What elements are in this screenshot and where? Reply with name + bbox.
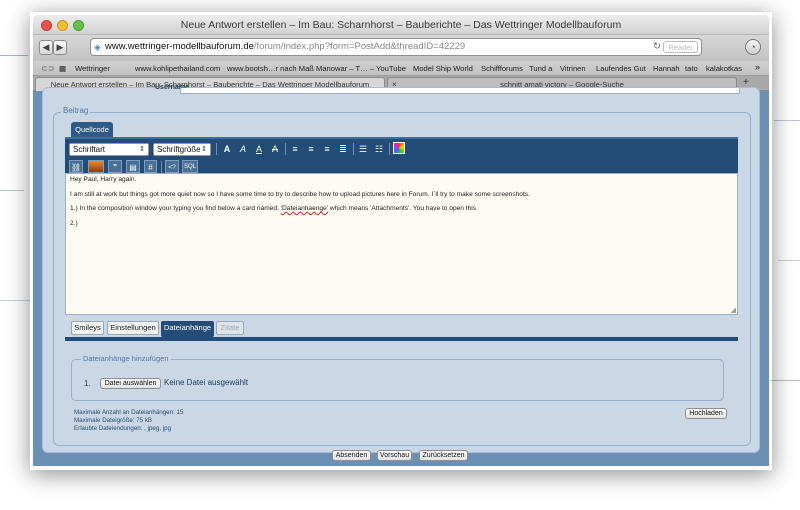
color-picker-icon[interactable] [393,142,405,154]
attachments-legend: Dateianhänge hinzufügen [81,354,171,363]
align-right-icon[interactable]: ≡ [321,143,333,156]
bookmark-item[interactable]: Schiffforums [481,64,523,73]
quote-icon[interactable]: ” [108,160,122,173]
screen-artifact [0,55,28,56]
underline-icon[interactable]: A [253,143,265,156]
message-line: 2.) [70,219,78,227]
beitrag-legend: Beitrag [61,106,91,115]
justify-icon[interactable]: ≣ [337,143,349,156]
message-line: I am still at work but things got more q… [70,190,530,198]
more-bookmarks-icon[interactable]: » [755,62,760,72]
address-bar[interactable]: ◈ www.wettringer-modellbauforum.de/forum… [90,38,702,56]
sql-icon[interactable]: SQL [182,160,198,173]
code-icon[interactable]: <? [165,160,179,173]
upload-button[interactable]: Hochladen [685,408,727,419]
numbered-list-icon[interactable]: ☷ [373,143,385,156]
screen-artifact [770,380,800,381]
screen-artifact [774,120,800,121]
message-line: Hey Paul, Harry again. [70,176,137,183]
top-sites-icon[interactable]: ▦ [59,64,66,73]
choose-file-button[interactable]: Datei auswählen [100,378,161,389]
post-form-panel: Username Beitrag Quellcode Schriftart ⇕ S… [42,84,760,453]
font-size-select[interactable]: Schriftgröße ⇕ [153,143,211,156]
screen-artifact [0,300,30,301]
toolbar-separator [161,161,162,173]
italic-icon[interactable]: A [237,143,249,156]
bookmark-item[interactable]: www.bootsh…r nach Maß [227,64,314,73]
attachments-panel: Dateianhänge hinzufügen 1. Datei auswähl… [65,341,738,432]
bookmark-item[interactable]: Wettringer [75,64,110,73]
no-file-selected-text: Keine Datei ausgewählt [164,378,249,387]
attachment-row-number: 1. [84,379,91,388]
back-icon[interactable]: ◀ [39,40,53,55]
page-content: Username Beitrag Quellcode Schriftart ⇕ S… [33,84,769,466]
bookmark-item[interactable]: Vitrinen [560,64,586,73]
bookmark-item[interactable]: tato [685,64,698,73]
resize-handle-icon[interactable]: ◢ [731,306,736,314]
bullet-list-icon[interactable]: ☰ [357,143,369,156]
allowed-extensions-info: Erlaubte Dateiendungen: , jpeg, jpg [74,425,172,432]
toolbar-separator [389,143,390,155]
reading-list-icon[interactable]: ⊂⊃ [41,64,54,73]
max-attachments-info: Maximale Anzahl an Dateianhängen: 15 [74,409,184,416]
bookmark-item[interactable]: Hannah [653,64,680,73]
bookmarks-bar: ⊂⊃ ▦ Wettringer www.kohlipethailand.com … [33,61,769,76]
image-icon[interactable] [88,160,104,173]
username-input[interactable] [180,88,740,94]
window-title: Neue Antwort erstellen – Im Bau: Scharnh… [180,19,622,31]
site-favicon-icon: ◈ [94,42,101,52]
browser-window: Neue Antwort erstellen – Im Bau: Scharnh… [33,15,769,466]
tab-zitate[interactable]: Zitate [216,321,244,335]
message-textarea[interactable]: Hey Paul, Harry again. I am still at wor… [65,173,738,315]
submit-button[interactable]: Absenden [332,450,371,461]
reset-button[interactable]: Zurücksetzen [419,450,468,461]
message-line: 1.) In the composition window your typin… [70,205,478,212]
toolbar-separator [285,143,286,155]
font-family-select[interactable]: Schriftart ⇕ [69,143,149,156]
minimize-window-button[interactable] [57,20,68,31]
bookmark-item[interactable]: Model Ship World [413,64,473,73]
forward-icon[interactable]: ▶ [53,40,67,55]
tab-dateianhaenge[interactable]: Dateianhänge [161,321,214,337]
toolbar-separator [353,143,354,155]
max-filesize-info: Maximale Dateigröße: 75 kB [74,417,153,424]
tab-smileys[interactable]: Smileys [71,321,104,335]
url-path: /forum/index.php?form=PostAdd&threadID=4… [253,41,466,52]
bookmark-item[interactable]: Tund a [529,64,552,73]
source-code-tab[interactable]: Quellcode [71,122,113,137]
link-icon[interactable]: ⛓ [69,160,83,173]
tab-einstellungen[interactable]: Einstellungen [107,321,159,335]
title-bar: Neue Antwort erstellen – Im Bau: Scharnh… [33,15,769,35]
bookmark-item[interactable]: Manowar – T… – YouTube [316,64,406,73]
spoiler-icon[interactable]: ▤ [126,160,140,173]
screen-artifact [0,190,24,191]
url-domain: www.wettringer-modellbauforum.de [105,41,254,52]
bookmark-item[interactable]: kalakotkas [706,64,742,73]
close-window-button[interactable] [41,20,52,31]
zoom-window-button[interactable] [73,20,84,31]
bookmark-item[interactable]: Laufendes Gut [596,64,646,73]
bookmark-item[interactable]: www.kohlipethailand.com [135,64,220,73]
toolbar-separator [216,143,217,155]
reader-button[interactable]: Reader [663,41,698,53]
reload-icon[interactable]: ↻ [653,39,661,55]
hashtag-icon[interactable]: # [144,160,157,173]
bold-icon[interactable]: A [221,143,233,156]
screen-artifact [778,260,800,261]
preview-button[interactable]: Vorschau [377,450,412,461]
downloads-icon[interactable]: ◔ [745,39,761,55]
editor-toolbar: Schriftart ⇕ Schriftgröße ⇕ A A A A ≡ ≡ ≡ … [65,137,738,173]
align-center-icon[interactable]: ≡ [305,143,317,156]
align-left-icon[interactable]: ≡ [289,143,301,156]
strikethrough-icon[interactable]: A [269,143,281,156]
browser-toolbar: ◀ ▶ ◈ www.wettringer-modellbauforum.de/f… [33,35,769,61]
